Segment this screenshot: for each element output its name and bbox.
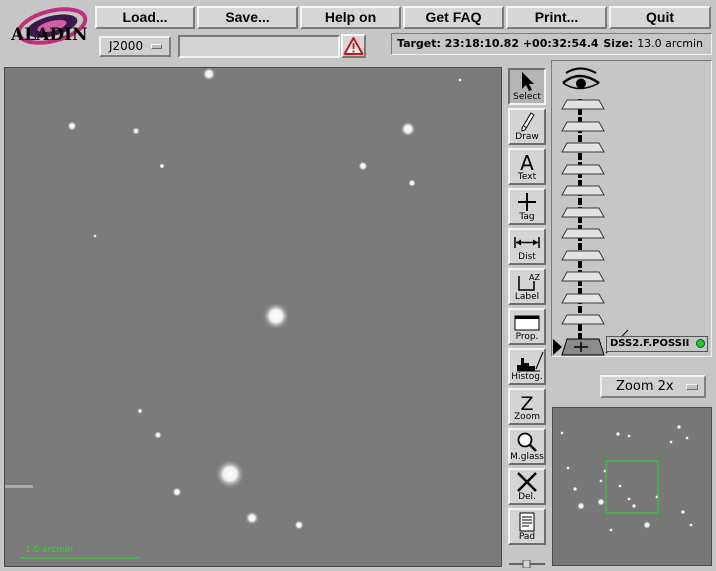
zoom-select[interactable]: Zoom 2x	[600, 375, 706, 398]
target-label: Target:	[397, 37, 441, 50]
faq-button[interactable]: Get FAQ	[403, 6, 504, 29]
pencil-icon	[521, 112, 535, 132]
label-tool-button[interactable]: AZ Label	[508, 268, 546, 305]
notepad-icon	[519, 512, 535, 532]
tool-slider[interactable]	[508, 558, 546, 569]
sky-image-view[interactable]: 1.0 arcmin	[4, 67, 502, 567]
plane-stack-panel[interactable]	[551, 60, 712, 357]
window-icon	[514, 315, 540, 331]
svg-text:AZ: AZ	[529, 273, 540, 282]
aladin-logo: ALADIN	[6, 4, 90, 52]
magnifier-icon	[517, 432, 537, 452]
save-button[interactable]: Save...	[197, 6, 298, 29]
distance-arrow-icon	[514, 237, 540, 248]
delete-x-icon	[517, 472, 537, 492]
mglass-tool-button[interactable]: M.glass	[508, 428, 546, 465]
status-dot-icon	[696, 339, 705, 348]
warning-triangle-icon	[343, 37, 364, 55]
star	[93, 234, 97, 238]
edge-artifact	[5, 485, 33, 488]
tool-label: Dist	[518, 252, 536, 262]
dist-tool-button[interactable]: Dist	[508, 228, 546, 265]
dropdown-indicator-icon	[686, 384, 698, 390]
dropdown-indicator-icon	[151, 44, 162, 49]
star	[262, 302, 290, 330]
star	[408, 179, 416, 187]
tool-label: Tag	[519, 212, 535, 222]
star	[159, 163, 165, 169]
zoom-z-icon: Z	[520, 393, 533, 412]
plane-label-dss2[interactable]: DSS2.F.POSSII	[606, 336, 708, 352]
star	[137, 408, 143, 414]
star	[358, 161, 368, 171]
plane-name: DSS2.F.POSSII	[610, 338, 690, 349]
load-button[interactable]: Load...	[95, 6, 195, 29]
target-value: 23:18:10.82 +00:32:54.4	[444, 37, 599, 50]
eye-icon	[562, 67, 600, 90]
label-az-icon: AZ	[518, 273, 540, 291]
quit-button[interactable]: Quit	[609, 6, 711, 29]
star	[458, 78, 462, 82]
star	[215, 459, 245, 489]
help-button[interactable]: Help on	[300, 6, 401, 29]
draw-tool-button[interactable]: Draw	[508, 108, 546, 145]
star	[245, 511, 259, 525]
tool-label: Pad	[518, 532, 536, 542]
location-input[interactable]	[178, 35, 340, 58]
print-button[interactable]: Print...	[506, 6, 607, 29]
tool-label: M.glass	[510, 452, 544, 462]
star	[154, 431, 162, 439]
size-label: Size:	[603, 37, 634, 50]
tool-label: Label	[514, 292, 540, 302]
plane-pointer-icon	[553, 339, 562, 355]
thumbnail-view[interactable]	[552, 407, 712, 566]
size-value: 13.0 arcmin	[637, 37, 703, 50]
sky-image	[5, 68, 501, 566]
frame-value: J2000	[109, 39, 144, 53]
text-tool-button[interactable]: A Text	[508, 148, 546, 185]
size-readout: Size: 13.0 arcmin	[603, 34, 703, 54]
target-readout: Target: 23:18:10.82 +00:32:54.4	[397, 34, 599, 54]
star	[172, 487, 182, 497]
svg-text:Z: Z	[520, 393, 533, 412]
svg-text:A: A	[520, 151, 534, 172]
select-tool-button[interactable]: Select	[508, 68, 546, 105]
pad-tool-button[interactable]: Pad	[508, 508, 546, 545]
prop-tool-button[interactable]: Prop.	[508, 308, 546, 345]
tool-label: Select	[513, 92, 541, 102]
plane-stack	[553, 67, 629, 356]
zoom-tool-button[interactable]: Z Zoom	[508, 388, 546, 425]
del-tool-button[interactable]: Del.	[508, 468, 546, 505]
frame-select[interactable]: J2000	[99, 36, 171, 57]
tool-label: Histog.	[511, 372, 543, 382]
slider-handle-icon	[509, 559, 545, 569]
plus-cross-icon	[518, 193, 536, 211]
tag-tool-button[interactable]: Tag	[508, 188, 546, 225]
star	[132, 127, 140, 135]
tool-label: Draw	[515, 132, 539, 142]
star	[294, 520, 304, 530]
thumbnail-image	[553, 408, 711, 565]
warning-button[interactable]	[341, 34, 366, 58]
histogram-icon	[517, 351, 544, 372]
tool-label: Del.	[518, 492, 536, 502]
histog-tool-button[interactable]: Histog.	[508, 348, 546, 385]
logo-text: ALADIN	[10, 25, 88, 45]
info-bar: Target: 23:18:10.82 +00:32:54.4 Size: 13…	[391, 33, 712, 55]
tool-label: Zoom	[514, 412, 540, 422]
text-a-icon: A	[520, 151, 534, 172]
tool-label: Prop.	[515, 332, 539, 342]
scale-label: 1.0 arcmin	[25, 545, 74, 555]
star	[400, 121, 416, 137]
star	[67, 121, 77, 131]
arrow-pointer-icon	[522, 72, 534, 91]
tool-label: Text	[517, 172, 537, 182]
zoom-value: Zoom 2x	[616, 379, 674, 394]
